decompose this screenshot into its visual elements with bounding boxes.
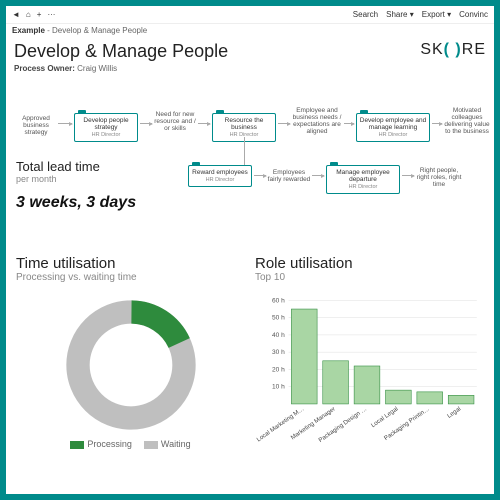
add-icon[interactable]: + [37,10,42,19]
svg-text:Local Legal: Local Legal [370,405,400,429]
role-utilisation-section: Role utilisation Top 10 60 h 50 h 40 h 30 h… [255,255,484,451]
back-icon[interactable]: ◄ [12,10,20,19]
flow-note: Employee and business needs / expectatio… [290,107,344,136]
process-box[interactable]: Reward employees HR Director [188,165,252,187]
bar-chart: 60 h50 h40 h30 h20 h10 h Local Marketing… [255,291,484,451]
process-box[interactable]: Develop people strategy HR Director [74,113,138,142]
more-icon[interactable]: ··· [47,10,55,19]
flow-note: Right people, right roles, right time [414,167,464,188]
section-subtitle: Top 10 [255,272,484,283]
lead-time-card: Total lead time per month 3 weeks, 3 day… [6,155,146,216]
flow-note: Need for new resource and / or skills [152,111,198,132]
breadcrumb: Example - Develop & Manage People [6,24,494,37]
svg-text:20 h: 20 h [272,366,285,373]
process-box[interactable]: Develop employee and manage learning HR … [356,113,430,142]
svg-text:60 h: 60 h [272,297,285,304]
svg-text:50 h: 50 h [272,315,285,322]
section-title: Time utilisation [16,255,245,272]
svg-text:30 h: 30 h [272,349,285,356]
export-menu[interactable]: Export ▾ [422,10,451,19]
share-menu[interactable]: Share ▾ [386,10,414,19]
section-title: Role utilisation [255,255,484,272]
home-icon[interactable]: ⌂ [26,10,31,19]
process-owner: Process Owner: Craig Willis [6,64,494,79]
search-link[interactable]: Search [353,10,378,19]
convince-link[interactable]: Convinc [459,10,488,19]
svg-text:10 h: 10 h [272,384,285,391]
process-box[interactable]: Manage employee departure HR Director [326,165,400,194]
top-toolbar: ◄ ⌂ + ··· Search Share ▾ Export ▾ Convin… [6,6,494,24]
flow-note: Motivated colleagues delivering value to… [442,107,492,136]
donut-legend: Processing Waiting [16,439,245,449]
page-title: Develop & Manage People [14,41,228,62]
section-subtitle: Processing vs. waiting time [16,272,245,283]
donut-chart [61,295,201,435]
flow-note: Employees fairly rewarded [266,169,312,183]
time-utilisation-section: Time utilisation Processing vs. waiting … [16,255,245,451]
brand-logo: SK( )RE [420,41,486,59]
svg-text:Legal: Legal [446,405,462,419]
svg-text:40 h: 40 h [272,332,285,339]
process-diagram[interactable]: Approved business strategy Develop peopl… [6,79,494,239]
flow-note: Approved business strategy [14,115,58,136]
